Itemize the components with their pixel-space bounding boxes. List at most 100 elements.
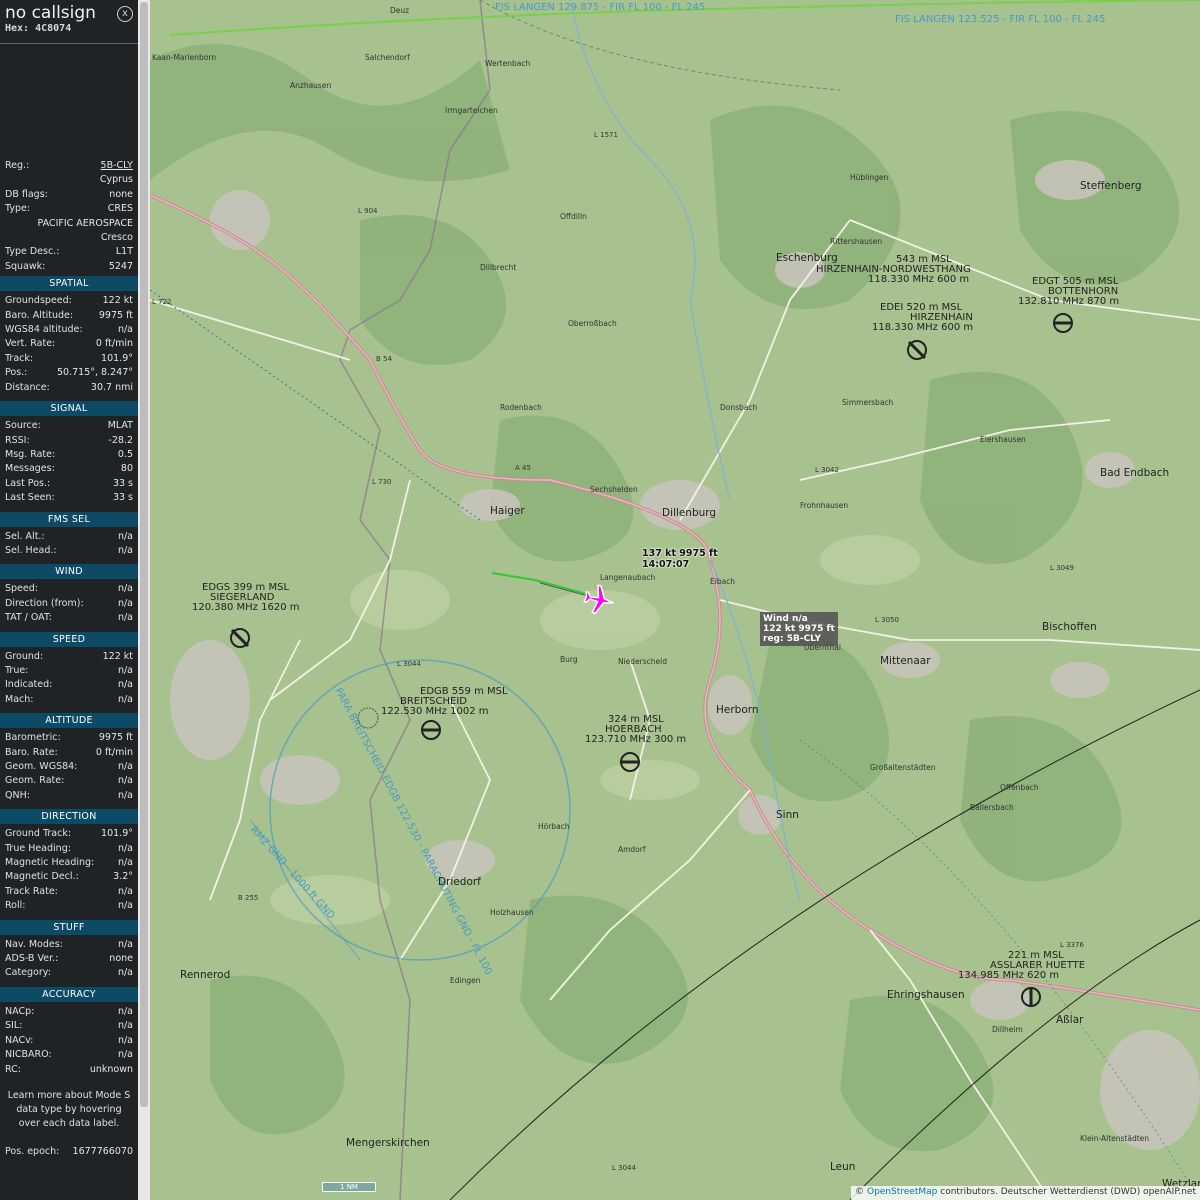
map-canvas[interactable]: FIS LANGEN 129.875 - FIR FL 100 - FL 245… [150, 0, 1200, 1200]
info-label[interactable]: Vert. Rate: [5, 337, 55, 351]
info-value: n/a [117, 1020, 133, 1032]
section-header-accuracy: ACCURACY [0, 986, 138, 1002]
info-label[interactable]: SIL: [5, 1019, 22, 1033]
aircraft-label-reg: reg: 5B-CLY [763, 634, 822, 644]
info-row: Vert. Rate: 0 ft/min [0, 337, 138, 351]
town-label: Steffenberg [1080, 180, 1142, 192]
info-label[interactable]: Category: [5, 966, 51, 980]
info-label[interactable]: Barometric: [5, 731, 61, 745]
detail-row: Squawk: 5247 [0, 260, 138, 274]
info-label[interactable]: Magnetic Decl.: [5, 870, 79, 884]
osm-link[interactable]: OpenStreetMap [867, 1187, 937, 1197]
road-label: L 3044 [612, 1164, 636, 1172]
airport-frequency: 118.330 MHz 600 m [868, 274, 969, 285]
info-value: n/a [117, 967, 133, 979]
detail-row: Reg.: 5B-CLY [0, 159, 138, 173]
info-label[interactable]: Msg. Rate: [5, 448, 55, 462]
info-label[interactable]: True Heading: [5, 842, 71, 856]
section-header-signal: SIGNAL [0, 401, 138, 417]
place-label: Edingen [450, 976, 481, 985]
road-label: L 904 [358, 207, 378, 215]
info-label[interactable]: Track Rate: [5, 885, 58, 899]
airspace-label-left: FIS LANGEN 129.875 - FIR FL 100 - FL 245 [495, 2, 705, 13]
info-value: n/a [117, 938, 133, 950]
town-label: Mengerskirchen [346, 1137, 430, 1149]
info-label[interactable]: ADS-B Ver.: [5, 952, 58, 966]
info-value: 30.7 nmi [90, 381, 133, 393]
info-row: Sel. Alt.: n/a [0, 530, 138, 544]
info-label[interactable]: NACp: [5, 1005, 34, 1019]
info-label[interactable]: Pos.: [5, 366, 27, 380]
info-row: Mach: n/a [0, 693, 138, 707]
info-label[interactable]: Roll: [5, 899, 25, 913]
place-label: Eiershausen [980, 435, 1026, 444]
info-label[interactable]: WGS84 altitude: [5, 323, 83, 337]
info-label[interactable]: True: [5, 664, 28, 678]
aircraft-label: Wind n/a 122 kt 9975 ft reg: 5B-CLY [760, 612, 838, 646]
pos-epoch-value: 1677766070 [72, 1145, 133, 1157]
info-value: 50.715°, 8.247° [57, 367, 133, 379]
info-label[interactable]: NACv: [5, 1034, 33, 1048]
info-label[interactable]: Sel. Head.: [5, 544, 57, 558]
info-label[interactable]: Sel. Alt.: [5, 530, 45, 544]
town-label: Leun [830, 1161, 855, 1173]
info-label[interactable]: RSSI: [5, 434, 30, 448]
place-label: Hörbach [538, 822, 570, 831]
info-label[interactable]: Indicated: [5, 678, 52, 692]
info-value: 122 kt [102, 650, 133, 662]
info-label[interactable]: Last Pos.: [5, 477, 50, 491]
info-label[interactable]: Distance: [5, 381, 50, 395]
info-label[interactable]: QNH: [5, 789, 30, 803]
place-label: Ballersbach [970, 803, 1014, 812]
sections-list: SPATIAL Groundspeed: 122 kt Baro. Altitude:… [0, 276, 138, 1081]
info-label[interactable]: Last Seen: [5, 491, 55, 505]
info-label[interactable]: Baro. Altitude: [5, 309, 73, 323]
info-value: 9975 ft [98, 309, 133, 321]
info-label[interactable]: TAT / OAT: [5, 611, 52, 625]
info-row: Last Pos.: 33 s [0, 477, 138, 491]
info-row: RC: unknown [0, 1063, 138, 1077]
track-label-time: 14:07:07 [642, 559, 690, 570]
road-label: L 3050 [875, 616, 899, 624]
sidebar-scrollbar[interactable] [138, 0, 150, 1200]
registration-link[interactable]: 5B-CLY [101, 159, 133, 173]
info-row: TAT / OAT: n/a [0, 611, 138, 625]
info-value: n/a [117, 544, 133, 556]
info-label[interactable]: Geom. WGS84: [5, 760, 77, 774]
info-value: n/a [117, 530, 133, 542]
info-label[interactable]: Geom. Rate: [5, 774, 64, 788]
scrollbar-thumb[interactable] [140, 2, 148, 1107]
place-label: Eibach [710, 577, 735, 586]
info-label[interactable]: Speed: [5, 582, 38, 596]
section-header-stuff: STUFF [0, 919, 138, 935]
attribution-copyright: © [855, 1187, 865, 1197]
info-label[interactable]: Direction (from): [5, 597, 84, 611]
scale-bar: 1 NM [322, 1182, 376, 1192]
info-label[interactable]: Ground Track: [5, 827, 71, 841]
info-label[interactable]: Ground: [5, 650, 43, 664]
info-value: 0 ft/min [95, 338, 133, 350]
map-view[interactable]: FIS LANGEN 129.875 - FIR FL 100 - FL 245… [150, 0, 1200, 1200]
info-label[interactable]: NICBARO: [5, 1048, 52, 1062]
info-label[interactable]: Nav. Modes: [5, 938, 63, 952]
info-label[interactable]: RC: [5, 1063, 21, 1077]
info-label[interactable]: Groundspeed: [5, 294, 72, 308]
info-label[interactable]: Mach: [5, 693, 33, 707]
detail-row: PACIFIC AEROSPACE [0, 217, 138, 231]
info-label[interactable]: Magnetic Heading: [5, 856, 94, 870]
detail-row: Cyprus [0, 173, 138, 187]
callsign: no callsign [5, 3, 96, 23]
road-label: L 3049 [1050, 564, 1074, 572]
info-label[interactable]: Source: [5, 419, 41, 433]
info-value: n/a [117, 679, 133, 691]
town-label: Eschenburg [776, 252, 838, 264]
info-label[interactable]: Track: [5, 352, 33, 366]
info-row: Geom. Rate: n/a [0, 774, 138, 788]
close-icon[interactable]: x [117, 6, 133, 22]
info-value: n/a [117, 1034, 133, 1046]
info-row: Ground: 122 kt [0, 650, 138, 664]
info-label[interactable]: Messages: [5, 462, 55, 476]
info-label[interactable]: Baro. Rate: [5, 746, 58, 760]
road-label: B 255 [238, 894, 258, 902]
